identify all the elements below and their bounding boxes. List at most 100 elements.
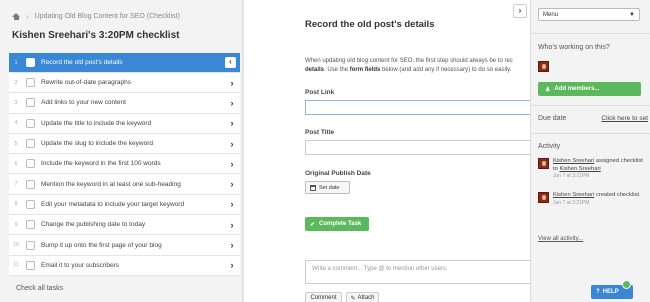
avatar[interactable] [538, 158, 549, 169]
post-link-input[interactable] [305, 100, 535, 115]
avatar[interactable] [538, 192, 549, 203]
set-due-date-link[interactable]: Click here to set [601, 115, 648, 122]
task-checkbox[interactable] [26, 240, 35, 250]
task-label: Email it to your subscribers [41, 261, 120, 269]
view-all-activity-link[interactable]: View all activity... [538, 236, 583, 242]
desc-text-a: . Use the [324, 67, 350, 73]
chevron-right-icon[interactable]: › [224, 220, 240, 230]
paperclip-icon: ✎ [350, 295, 356, 302]
question-icon: ? [596, 289, 600, 295]
activity-text: Kishen Sreehari assigned checklist to Ki… [553, 158, 643, 181]
working-on-heading: Who's working on this? [538, 44, 610, 51]
task-row[interactable]: 8 Edit your metadata to include your tar… [9, 194, 240, 216]
help-label: HELP [602, 289, 619, 295]
avatar[interactable] [538, 61, 549, 72]
chevron-right-icon[interactable]: › [224, 139, 240, 149]
task-checkbox[interactable] [26, 139, 35, 149]
checklist-title: Kishen Sreehari's 3:20PM checklist [12, 30, 180, 41]
activity-user-link[interactable]: Kishen Sreehari [553, 158, 594, 164]
task-row[interactable]: 7 Mention the keyword in at least one su… [9, 174, 240, 195]
task-checkbox[interactable] [26, 199, 35, 209]
task-row-active[interactable]: 1 Record the old post's details ‹ [9, 53, 240, 73]
task-number: 10 [13, 242, 19, 249]
chevron-right-icon[interactable]: › [224, 260, 240, 270]
task-checkbox[interactable] [26, 58, 35, 67]
task-checkbox[interactable] [26, 179, 35, 189]
menu-label: Menu [543, 11, 559, 18]
task-number: 8 [14, 201, 18, 208]
app: › Updating Old Blog Content for SEO (Che… [0, 0, 650, 302]
task-label: Change the publishing date to today [41, 221, 146, 229]
task-checkbox[interactable] [26, 260, 35, 270]
task-number: 9 [14, 221, 18, 228]
task-number: 6 [14, 160, 18, 167]
task-number: 4 [14, 120, 18, 127]
add-members-label: Add members... [554, 86, 600, 92]
due-date-row: Due date Click here to set [538, 115, 648, 122]
task-label: Bump it up onto the first page of your b… [41, 241, 162, 249]
chevron-right-icon[interactable]: › [224, 98, 240, 108]
task-number: 5 [14, 140, 18, 147]
task-description: When updating old blog content for SEO, … [305, 57, 530, 75]
task-row[interactable]: 11 Email it to your subscribers › [9, 255, 240, 276]
comment-button[interactable]: Comment [305, 292, 342, 302]
comment-input[interactable]: Write a comment... Type @ to mention oth… [305, 260, 535, 284]
task-row[interactable]: 5 Update the slug to include the keyword… [9, 133, 240, 155]
task-row[interactable]: 6 Include the keyword in the first 100 w… [9, 154, 240, 175]
chevron-right-icon[interactable]: › [224, 159, 240, 169]
post-title-label: Post Title [305, 129, 335, 136]
set-date-button[interactable]: Set date [305, 181, 350, 194]
calendar-icon [310, 184, 316, 191]
check-icon: ✔ [310, 221, 316, 228]
collapse-task-icon[interactable]: ‹ [225, 57, 236, 68]
task-number: 3 [14, 99, 18, 106]
chevron-right-icon[interactable]: › [224, 179, 240, 189]
task-checkbox[interactable] [26, 159, 35, 169]
activity-target-link[interactable]: Kishen Sreehari [559, 166, 600, 172]
task-number: 2 [14, 79, 18, 86]
checklist-sidebar: › Updating Old Blog Content for SEO (Che… [0, 0, 243, 302]
desc-text-b: below (and add any if necessary) to do s… [380, 67, 512, 73]
task-row[interactable]: 2 Rewrite out-of-date paragraphs › [9, 73, 240, 94]
breadcrumb-current[interactable]: Updating Old Blog Content for SEO (Check… [35, 13, 180, 20]
desc-bold-details: details [305, 67, 325, 73]
chevron-right-icon[interactable]: › [224, 118, 240, 128]
divider [531, 133, 650, 134]
breadcrumb: › Updating Old Blog Content for SEO (Che… [12, 12, 180, 21]
chevron-right-icon[interactable]: › [224, 78, 240, 88]
divider [531, 33, 650, 34]
task-row[interactable]: 3 Add links to your new content › [9, 93, 240, 114]
activity-text: Kishen Sreehari created checklist. Jun 7… [553, 192, 643, 207]
post-title-input[interactable] [305, 140, 535, 155]
chevron-right-icon[interactable]: › [224, 240, 240, 250]
task-row[interactable]: 4 Update the title to include the keywor… [9, 113, 240, 134]
collapse-panel-button[interactable]: › [513, 4, 527, 18]
task-label: Edit your metadata to include your targe… [41, 200, 185, 208]
chevron-right-icon[interactable]: › [224, 199, 240, 209]
desc-bold-form-fields: form fields [349, 67, 381, 73]
home-icon[interactable] [12, 13, 20, 20]
task-row[interactable]: 9 Change the publishing date to today › [9, 215, 240, 236]
post-link-label: Post Link [305, 89, 335, 96]
activity-action: created checklist. [594, 192, 641, 198]
task-number: 7 [14, 181, 18, 188]
menu-dropdown[interactable]: Menu ▼ [538, 8, 640, 21]
complete-task-button[interactable]: ✔ Complete Task [305, 217, 369, 231]
task-checkbox[interactable] [26, 78, 35, 88]
task-checkbox[interactable] [26, 220, 35, 230]
desc-line-1: When updating old blog content for SEO, … [305, 58, 513, 64]
publish-date-label: Original Publish Date [305, 170, 371, 177]
add-members-button[interactable]: ♟ Add members... [538, 82, 641, 96]
chevron-down-icon: ▼ [629, 11, 635, 18]
activity-time: Jun 7 at 3:21PM [553, 199, 590, 206]
task-checkbox[interactable] [26, 118, 35, 128]
user-icon: ♟ [545, 86, 551, 93]
task-label: Include the keyword in the first 100 wor… [41, 160, 161, 168]
check-all-tasks-link[interactable]: Check all tasks [16, 285, 63, 292]
attach-button[interactable]: ✎ Attach [346, 292, 379, 302]
task-label: Rewrite out-of-date paragraphs [41, 79, 131, 87]
activity-user-link[interactable]: Kishen Sreehari [553, 192, 594, 198]
task-row[interactable]: 10 Bump it up onto the first page of you… [9, 235, 240, 256]
activity-item: Kishen Sreehari assigned checklist to Ki… [538, 158, 643, 181]
task-checkbox[interactable] [26, 98, 35, 108]
